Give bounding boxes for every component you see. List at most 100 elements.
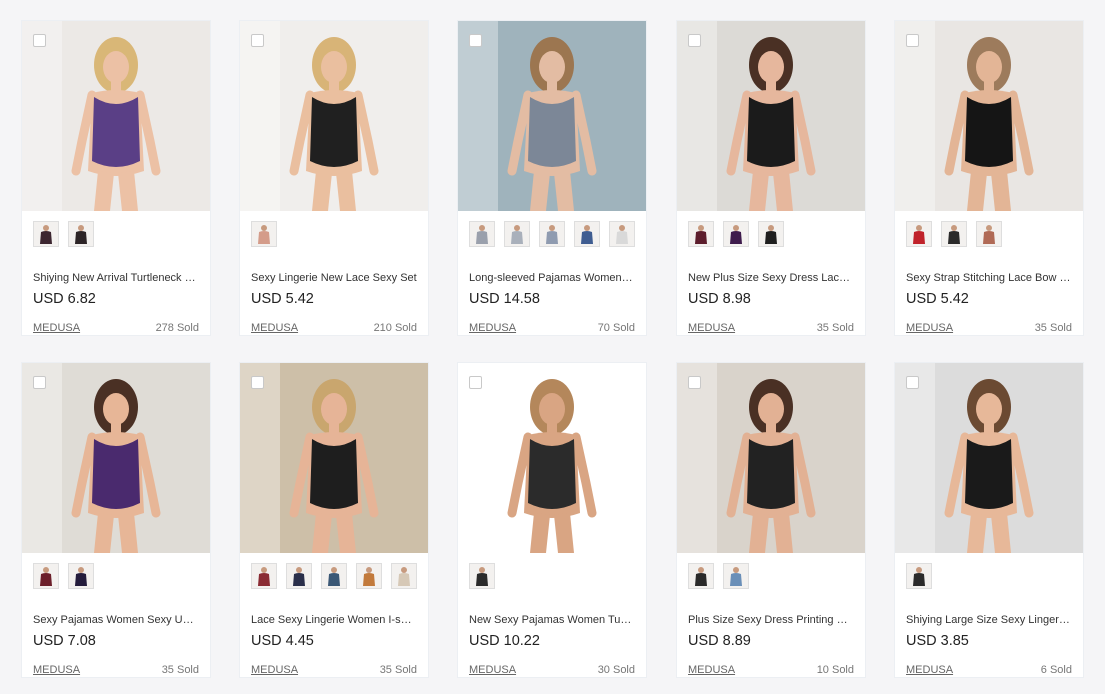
product-card[interactable]: Shiying New Arrival Turtleneck Lace Tedd… <box>21 20 211 336</box>
shop-link[interactable]: MEDUSA <box>469 664 516 676</box>
variant-thumbnail[interactable] <box>688 221 714 247</box>
variant-thumbnail[interactable] <box>356 563 382 589</box>
sold-count: 210 Sold <box>373 322 417 334</box>
select-checkbox[interactable] <box>469 34 482 47</box>
select-checkbox[interactable] <box>469 376 482 389</box>
product-title[interactable]: Sexy Pajamas Women Sexy Underwear <box>33 614 199 626</box>
product-card[interactable]: Plus Size Sexy Dress Printing Cotton Nig… <box>676 362 866 678</box>
product-image[interactable] <box>22 21 210 211</box>
sold-count: 35 Sold <box>816 322 854 334</box>
product-card[interactable]: Lace Sexy Lingerie Women I-shaped Top USD… <box>239 362 429 678</box>
color-variant-thumbnails <box>33 563 203 593</box>
variant-thumbnail[interactable] <box>941 221 967 247</box>
select-checkbox[interactable] <box>251 376 264 389</box>
product-title[interactable]: New Plus Size Sexy Dress Lace Sleepwear <box>688 272 854 284</box>
variant-thumbnail[interactable] <box>504 221 530 247</box>
variant-thumbnail[interactable] <box>251 221 277 247</box>
shop-link[interactable]: MEDUSA <box>906 664 953 676</box>
variant-thumbnail[interactable] <box>68 221 94 247</box>
product-image[interactable] <box>677 363 865 553</box>
variant-thumbnail[interactable] <box>469 221 495 247</box>
product-title[interactable]: Lace Sexy Lingerie Women I-shaped Top <box>251 614 417 626</box>
select-checkbox[interactable] <box>251 34 264 47</box>
shop-link[interactable]: MEDUSA <box>251 322 298 334</box>
select-checkbox[interactable] <box>906 376 919 389</box>
product-image[interactable] <box>677 21 865 211</box>
product-price: USD 7.08 <box>33 633 96 649</box>
shop-link[interactable]: MEDUSA <box>906 322 953 334</box>
shop-link[interactable]: MEDUSA <box>251 664 298 676</box>
variant-thumbnail[interactable] <box>391 563 417 589</box>
product-title[interactable]: Plus Size Sexy Dress Printing Cotton Nig… <box>688 614 854 626</box>
product-card[interactable]: Sexy Pajamas Women Sexy Underwear USD 7.0… <box>21 362 211 678</box>
variant-thumbnail[interactable] <box>609 221 635 247</box>
sold-count: 35 Sold <box>161 664 199 676</box>
shop-link[interactable]: MEDUSA <box>33 322 80 334</box>
color-variant-thumbnails <box>469 221 639 251</box>
product-image[interactable] <box>22 363 210 553</box>
product-price: USD 5.42 <box>251 291 314 307</box>
shop-link[interactable]: MEDUSA <box>688 664 735 676</box>
product-price: USD 3.85 <box>906 633 969 649</box>
variant-thumbnail[interactable] <box>33 563 59 589</box>
color-variant-thumbnails <box>906 221 1076 251</box>
product-price: USD 5.42 <box>906 291 969 307</box>
color-variant-thumbnails <box>688 221 858 251</box>
sold-count: 10 Sold <box>816 664 854 676</box>
select-checkbox[interactable] <box>33 34 46 47</box>
product-title[interactable]: Shiying Large Size Sexy Lingerie Set <box>906 614 1072 626</box>
product-title[interactable]: Sexy Strap Stitching Lace Bow Design Set <box>906 272 1072 284</box>
color-variant-thumbnails <box>251 221 421 251</box>
sold-count: 35 Sold <box>379 664 417 676</box>
product-card[interactable]: Long-sleeved Pajamas Women Set USD 14.58 M… <box>457 20 647 336</box>
product-card[interactable]: New Plus Size Sexy Dress Lace Sleepwear U… <box>676 20 866 336</box>
variant-thumbnail[interactable] <box>906 563 932 589</box>
product-price: USD 10.22 <box>469 633 540 649</box>
variant-thumbnail[interactable] <box>321 563 347 589</box>
select-checkbox[interactable] <box>906 34 919 47</box>
product-image[interactable] <box>240 363 428 553</box>
product-title[interactable]: Shiying New Arrival Turtleneck Lace Tedd… <box>33 272 199 284</box>
shop-link[interactable]: MEDUSA <box>688 322 735 334</box>
variant-thumbnail[interactable] <box>469 563 495 589</box>
variant-thumbnail[interactable] <box>574 221 600 247</box>
select-checkbox[interactable] <box>688 34 701 47</box>
product-price: USD 14.58 <box>469 291 540 307</box>
product-price: USD 8.89 <box>688 633 751 649</box>
product-card[interactable]: New Sexy Pajamas Women Turtleneck Bodysu… <box>457 362 647 678</box>
color-variant-thumbnails <box>688 563 858 593</box>
variant-thumbnail[interactable] <box>688 563 714 589</box>
variant-thumbnail[interactable] <box>68 563 94 589</box>
product-card[interactable]: Sexy Strap Stitching Lace Bow Design Set… <box>894 20 1084 336</box>
select-checkbox[interactable] <box>688 376 701 389</box>
variant-thumbnail[interactable] <box>251 563 277 589</box>
shop-link[interactable]: MEDUSA <box>469 322 516 334</box>
product-image[interactable] <box>240 21 428 211</box>
product-image[interactable] <box>458 363 646 553</box>
variant-thumbnail[interactable] <box>723 221 749 247</box>
product-image[interactable] <box>458 21 646 211</box>
color-variant-thumbnails <box>33 221 203 251</box>
variant-thumbnail[interactable] <box>286 563 312 589</box>
product-price: USD 6.82 <box>33 291 96 307</box>
product-price: USD 8.98 <box>688 291 751 307</box>
variant-thumbnail[interactable] <box>723 563 749 589</box>
select-checkbox[interactable] <box>33 376 46 389</box>
product-title[interactable]: Sexy Lingerie New Lace Sexy Set <box>251 272 417 284</box>
variant-thumbnail[interactable] <box>906 221 932 247</box>
product-card[interactable]: Shiying Large Size Sexy Lingerie Set USD … <box>894 362 1084 678</box>
color-variant-thumbnails <box>469 563 639 593</box>
sold-count: 6 Sold <box>1040 664 1072 676</box>
variant-thumbnail[interactable] <box>539 221 565 247</box>
variant-thumbnail[interactable] <box>33 221 59 247</box>
variant-thumbnail[interactable] <box>976 221 1002 247</box>
product-image[interactable] <box>895 363 1083 553</box>
product-title[interactable]: Long-sleeved Pajamas Women Set <box>469 272 635 284</box>
shop-link[interactable]: MEDUSA <box>33 664 80 676</box>
product-card[interactable]: Sexy Lingerie New Lace Sexy Set USD 5.42 M… <box>239 20 429 336</box>
product-grid: Shiying New Arrival Turtleneck Lace Tedd… <box>0 0 1105 694</box>
sold-count: 70 Sold <box>597 322 635 334</box>
variant-thumbnail[interactable] <box>758 221 784 247</box>
product-image[interactable] <box>895 21 1083 211</box>
product-title[interactable]: New Sexy Pajamas Women Turtleneck Bodysu… <box>469 614 635 626</box>
